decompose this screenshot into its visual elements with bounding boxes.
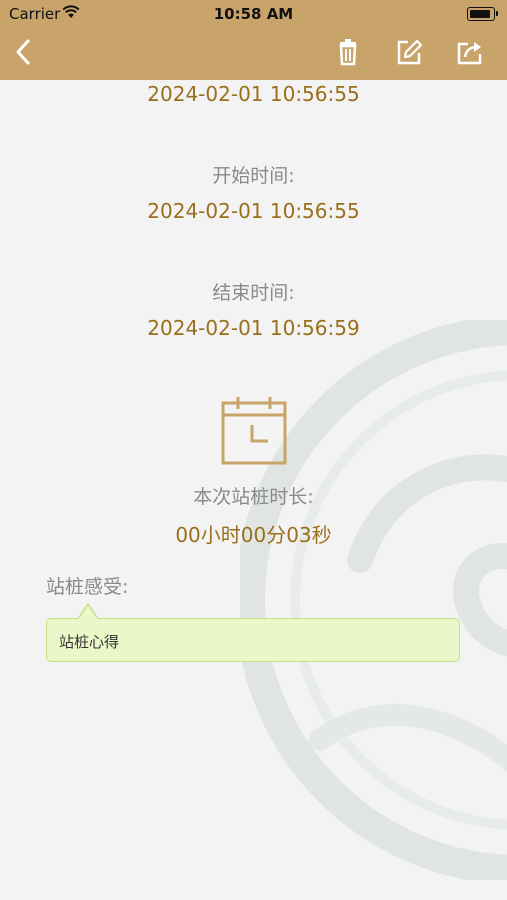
status-bar: Carrier 10:58 AM	[0, 0, 507, 28]
record-date: 2024-02-01 10:56:55	[147, 82, 360, 106]
start-time-value: 2024-02-01 10:56:55	[147, 199, 360, 223]
start-time-label: 开始时间:	[212, 165, 295, 187]
trash-icon[interactable]	[332, 36, 364, 68]
calendar-icon	[221, 397, 287, 465]
feeling-text: 站桩心得	[59, 633, 120, 651]
feeling-text-box[interactable]: 站桩心得	[46, 618, 460, 662]
edit-icon[interactable]	[393, 36, 425, 68]
duration-value: 00小时00分03秒	[175, 523, 332, 547]
end-time-value: 2024-02-01 10:56:59	[147, 316, 360, 340]
end-time-label: 结束时间:	[212, 282, 295, 304]
back-icon[interactable]	[8, 36, 40, 68]
feeling-label: 站桩感受:	[46, 576, 129, 598]
share-icon[interactable]	[454, 36, 486, 68]
navigation-bar: Carrier 10:58 AM	[0, 0, 507, 80]
speech-bubble-tail	[78, 603, 98, 619]
battery-icon	[467, 7, 498, 21]
duration-label: 本次站桩时长:	[193, 486, 314, 508]
status-time: 10:58 AM	[213, 5, 294, 23]
